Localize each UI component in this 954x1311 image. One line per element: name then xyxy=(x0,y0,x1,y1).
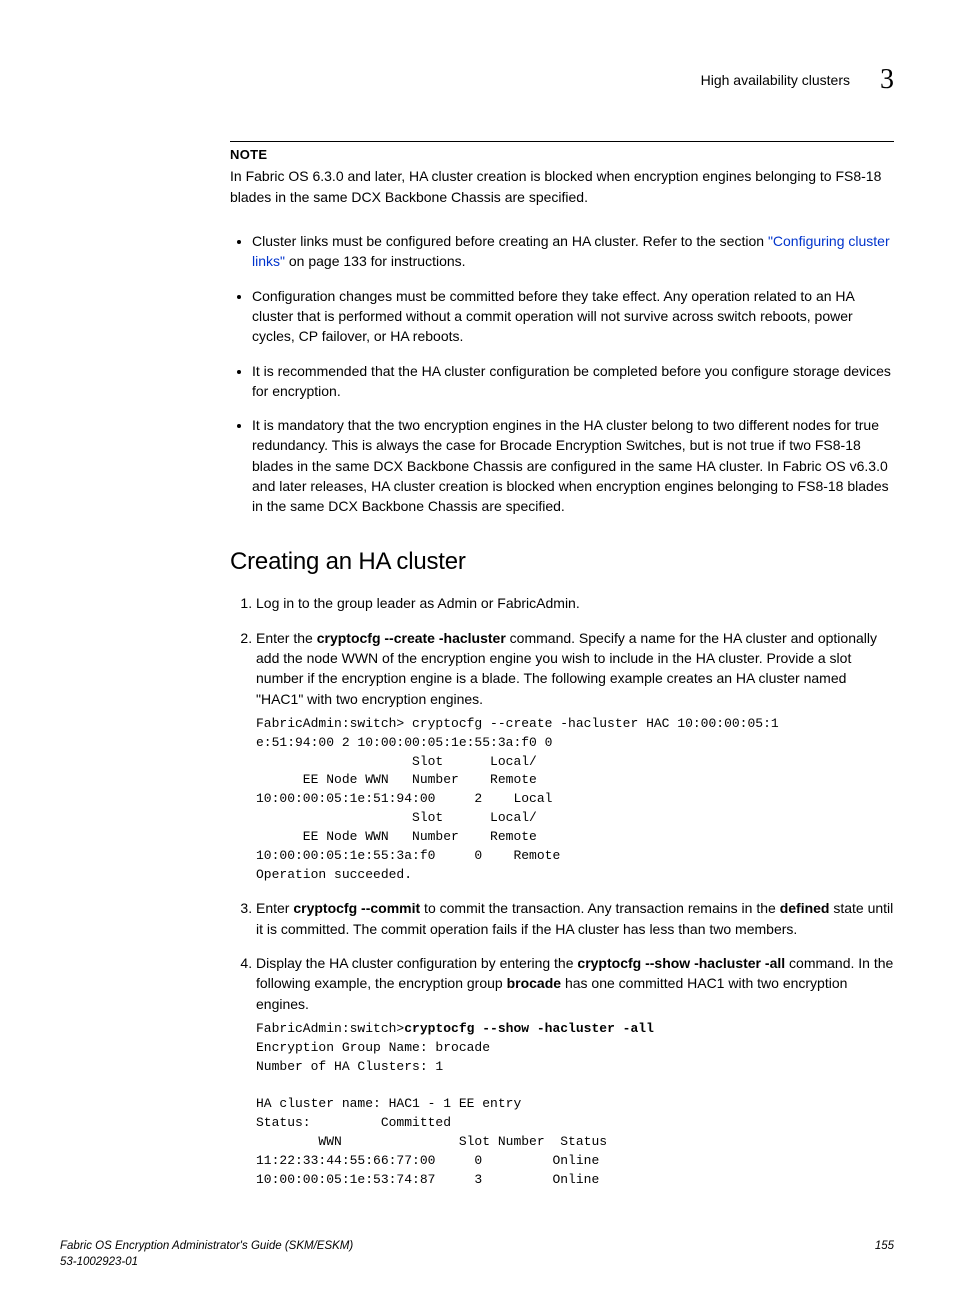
footer-left: Fabric OS Encryption Administrator's Gui… xyxy=(60,1238,353,1271)
page-content: NOTE In Fabric OS 6.3.0 and later, HA cl… xyxy=(230,141,894,1190)
bullet-text: on page 133 for instructions. xyxy=(285,253,466,269)
bullet-item: It is mandatory that the two encryption … xyxy=(252,415,894,516)
bold-term: defined xyxy=(780,900,830,916)
cmd: --show xyxy=(645,955,690,971)
footer-doc-id: 53-1002923-01 xyxy=(60,1256,138,1268)
cmd: -all xyxy=(765,955,785,971)
cmd: --commit xyxy=(361,900,420,916)
bullet-list: Cluster links must be configured before … xyxy=(230,231,894,517)
step-item: Enter cryptocfg --commit to commit the t… xyxy=(256,898,894,939)
code-block: FabricAdmin:switch>cryptocfg --show -hac… xyxy=(256,1020,894,1190)
code-cmd: cryptocfg --show -hacluster -all xyxy=(404,1021,654,1036)
chapter-number: 3 xyxy=(880,60,894,101)
step-item: Enter the cryptocfg --create -hacluster … xyxy=(256,628,894,885)
note-text: In Fabric OS 6.3.0 and later, HA cluster… xyxy=(230,166,894,207)
code-block: FabricAdmin:switch> cryptocfg --create -… xyxy=(256,715,894,885)
cmd: cryptocfg xyxy=(577,955,641,971)
steps-list: Log in to the group leader as Admin or F… xyxy=(230,593,894,1189)
bullet-item: Cluster links must be configured before … xyxy=(252,231,894,272)
bold-term: brocade xyxy=(507,975,561,991)
cmd: -hacluster xyxy=(694,955,761,971)
step-text: Display the HA cluster configuration by … xyxy=(256,955,577,971)
step-text: Enter xyxy=(256,900,293,916)
section-heading: Creating an HA cluster xyxy=(230,545,894,580)
step-item: Log in to the group leader as Admin or F… xyxy=(256,593,894,613)
code-output: Encryption Group Name: brocade Number of… xyxy=(256,1040,607,1187)
page-footer: Fabric OS Encryption Administrator's Gui… xyxy=(60,1238,894,1271)
cmd: --create xyxy=(384,630,435,646)
cmd: -hacluster xyxy=(439,630,506,646)
header-title: High availability clusters xyxy=(701,70,850,90)
step-text: Enter the xyxy=(256,630,317,646)
code-prompt: FabricAdmin:switch> xyxy=(256,1021,404,1036)
bullet-item: Configuration changes must be committed … xyxy=(252,286,894,347)
cmd: cryptocfg xyxy=(293,900,357,916)
bullet-item: It is recommended that the HA cluster co… xyxy=(252,361,894,402)
note-rule xyxy=(230,141,894,142)
step-text: to commit the transaction. Any transacti… xyxy=(420,900,780,916)
cmd: cryptocfg xyxy=(317,630,381,646)
page-header: High availability clusters 3 xyxy=(60,60,894,101)
footer-page-number: 155 xyxy=(875,1238,894,1271)
note-label: NOTE xyxy=(230,146,894,165)
step-text: command xyxy=(785,955,850,971)
bullet-text: Cluster links must be configured before … xyxy=(252,233,768,249)
footer-doc-title: Fabric OS Encryption Administrator's Gui… xyxy=(60,1240,353,1252)
step-item: Display the HA cluster configuration by … xyxy=(256,953,894,1189)
